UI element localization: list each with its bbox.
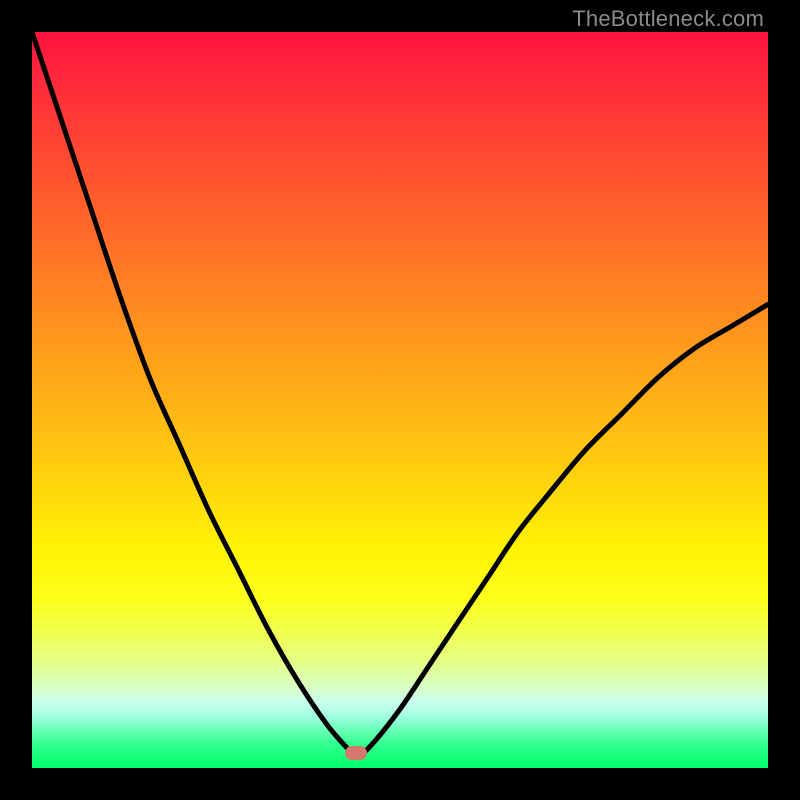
chart-frame: TheBottleneck.com bbox=[0, 0, 800, 800]
bottleneck-curve bbox=[32, 32, 768, 768]
curve-path bbox=[32, 32, 768, 757]
plot-area bbox=[32, 32, 768, 768]
watermark-text: TheBottleneck.com bbox=[572, 6, 764, 32]
optimal-point-marker bbox=[345, 746, 367, 760]
